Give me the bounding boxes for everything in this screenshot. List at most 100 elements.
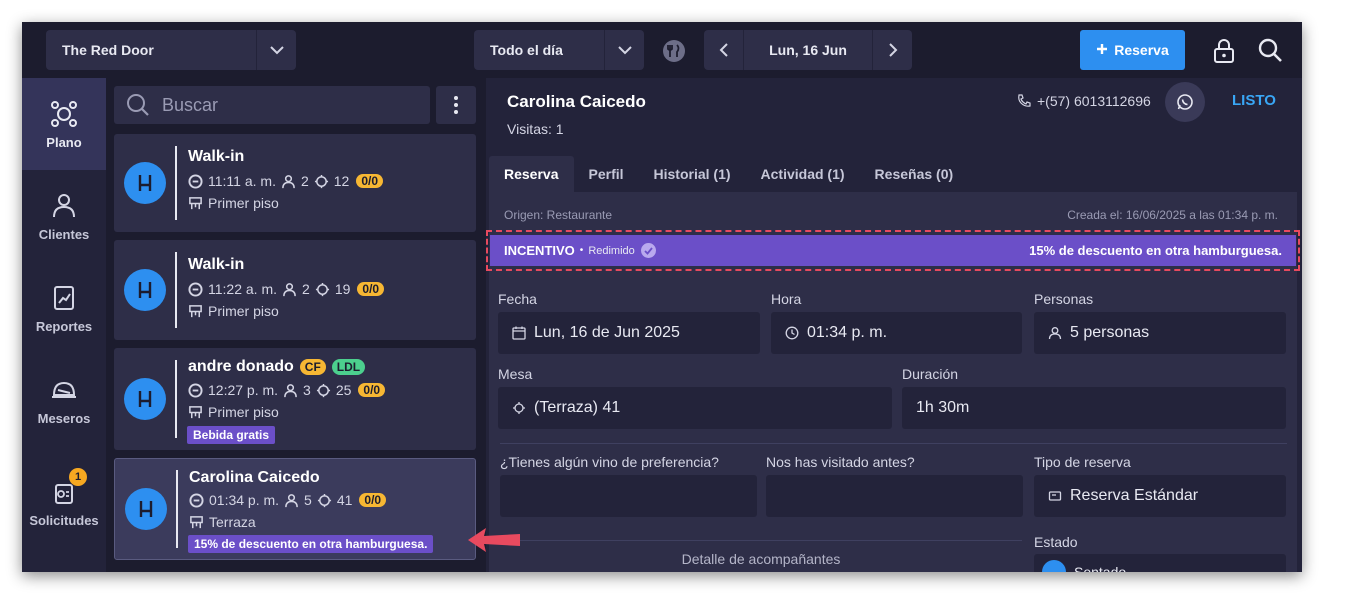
plus-icon xyxy=(1096,42,1108,58)
user-icon xyxy=(53,193,75,217)
reservation-card-selected[interactable]: Carolina Caicedo 01:34 p. m. 5 41 0/0 Te… xyxy=(114,458,476,560)
calendar-icon xyxy=(512,326,526,340)
guest-count: 2 xyxy=(302,281,310,297)
tab-resenas[interactable]: Reseñas (0) xyxy=(860,156,969,192)
table-number: 25 xyxy=(335,382,352,398)
nav-label: Plano xyxy=(46,134,82,150)
incentive-tag: Bebida gratis xyxy=(187,426,276,444)
search-icon[interactable] xyxy=(1257,37,1283,63)
area-name: Primer piso xyxy=(208,303,279,319)
nav-label: Solicitudes xyxy=(29,512,99,528)
person-icon xyxy=(285,493,298,507)
incentive-tag: 15% de descuento en otra hamburguesa. xyxy=(188,535,434,553)
current-date[interactable]: Lun, 16 Jun xyxy=(744,42,872,58)
restaurant-selector[interactable]: The Red Door xyxy=(46,30,296,70)
nav-clientes[interactable]: Clientes xyxy=(22,170,106,262)
clock-table-icon xyxy=(189,492,204,508)
person-icon xyxy=(282,174,295,188)
period-selector[interactable]: Todo el día xyxy=(474,30,644,70)
table-icon xyxy=(314,174,328,188)
table-icon xyxy=(316,383,330,397)
tipo-field[interactable]: Reserva Estándar xyxy=(1034,475,1286,517)
phone-icon xyxy=(1018,94,1031,107)
table-icon xyxy=(315,282,329,296)
date-navigator: Lun, 16 Jun xyxy=(704,30,912,70)
new-reservation-button[interactable]: Reserva xyxy=(1080,30,1185,70)
reservation-meta: 11:22 a. m. 2 19 0/0 xyxy=(188,281,385,297)
nav-plano[interactable]: Plano xyxy=(22,78,106,170)
reservation-card[interactable]: Walk-in 11:22 a. m. 2 19 0/0 Primer piso xyxy=(114,240,476,340)
vino-input[interactable] xyxy=(500,475,757,517)
chair-icon xyxy=(124,162,166,204)
chevron-down-icon[interactable] xyxy=(604,30,644,70)
chevron-down-icon[interactable] xyxy=(256,30,296,70)
tab-reserva[interactable]: Reserva xyxy=(489,156,574,192)
area-icon xyxy=(189,304,202,317)
tipo-value: Reserva Estándar xyxy=(1070,487,1199,504)
restaurant-name: The Red Door xyxy=(62,42,154,58)
guest-name-text: andre donado xyxy=(188,358,294,375)
guest-count: 5 xyxy=(304,492,312,508)
person-icon xyxy=(284,383,297,397)
divider xyxy=(175,252,177,328)
clock-table-icon xyxy=(188,281,203,297)
guest-name-text: Walk-in xyxy=(188,148,245,165)
companions-section[interactable]: Detalle de acompañantes xyxy=(500,540,1022,572)
mesa-value: (Terraza) 41 xyxy=(534,399,621,416)
reservation-area: Primer piso xyxy=(188,404,279,420)
clock-table-icon xyxy=(188,382,203,398)
reservation-time: 01:34 p. m. xyxy=(209,492,280,508)
table-number: 12 xyxy=(333,173,350,189)
guest-name-text: Carolina Caicedo xyxy=(189,469,320,486)
requests-badge: 1 xyxy=(69,468,87,486)
duracion-value: 1h 30m xyxy=(916,399,970,416)
section-divider xyxy=(500,443,1287,444)
mesa-field[interactable]: (Terraza) 41 xyxy=(498,387,892,429)
status-pill: 0/0 xyxy=(356,174,384,188)
whatsapp-icon[interactable] xyxy=(1165,82,1205,122)
origin-text: Origen: Restaurante xyxy=(504,208,613,222)
phone-number: +(57) 6013112696 xyxy=(1037,93,1151,109)
estado-label: Estado xyxy=(1034,534,1078,550)
tab-actividad[interactable]: Actividad (1) xyxy=(746,156,860,192)
detail-tabs: Reserva Perfil Historial (1) Actividad (… xyxy=(489,156,1297,192)
chevron-right-icon[interactable] xyxy=(872,30,912,70)
tab-historial[interactable]: Historial (1) xyxy=(639,156,746,192)
hora-field[interactable]: 01:34 p. m. xyxy=(771,312,1022,354)
estado-field[interactable]: Sentado xyxy=(1034,554,1286,572)
tab-perfil[interactable]: Perfil xyxy=(574,156,639,192)
lock-icon[interactable] xyxy=(1212,38,1236,64)
guest-count: 3 xyxy=(303,382,311,398)
guest-name: andre donado CF LDL xyxy=(188,358,366,376)
nav-meseros[interactable]: Meseros xyxy=(22,354,106,446)
guest-name-text: Walk-in xyxy=(188,256,245,273)
chevron-left-icon[interactable] xyxy=(704,30,744,70)
done-button[interactable]: LISTO xyxy=(1232,92,1276,109)
reservation-detail: Carolina Caicedo Visitas: 1 +(57) 601311… xyxy=(486,78,1302,572)
restaurant-menu-icon[interactable] xyxy=(662,39,686,63)
divider xyxy=(176,470,178,548)
nav-solicitudes[interactable]: 1 Solicitudes xyxy=(22,456,106,548)
area-icon xyxy=(189,196,202,209)
reservation-card[interactable]: andre donado CF LDL 12:27 p. m. 3 25 0/0… xyxy=(114,348,476,450)
divider xyxy=(175,360,177,438)
customer-phone[interactable]: +(57) 6013112696 xyxy=(1017,93,1151,109)
visitado-input[interactable] xyxy=(766,475,1023,517)
pointer-arrow-icon xyxy=(468,528,520,552)
person-icon xyxy=(1048,327,1062,340)
personas-field[interactable]: 5 personas xyxy=(1034,312,1286,354)
visit-count: Visitas: 1 xyxy=(507,121,564,137)
fecha-field[interactable]: Lun, 16 de Jun 2025 xyxy=(498,312,760,354)
search-box xyxy=(114,86,430,124)
search-input[interactable] xyxy=(162,94,402,116)
left-navigation: Plano Clientes Reportes Meseros 1 Solici… xyxy=(22,78,106,572)
table-number: 19 xyxy=(334,281,351,297)
reservation-card[interactable]: Walk-in 11:11 a. m. 2 12 0/0 Primer piso xyxy=(114,134,476,232)
more-options-icon[interactable] xyxy=(436,86,476,124)
status-pill: 0/0 xyxy=(357,282,385,296)
nav-reportes[interactable]: Reportes xyxy=(22,262,106,354)
duracion-field[interactable]: 1h 30m xyxy=(902,387,1286,429)
chair-icon xyxy=(124,269,166,311)
visitado-label: Nos has visitado antes? xyxy=(766,454,915,470)
reservation-area: Terraza xyxy=(189,514,256,530)
